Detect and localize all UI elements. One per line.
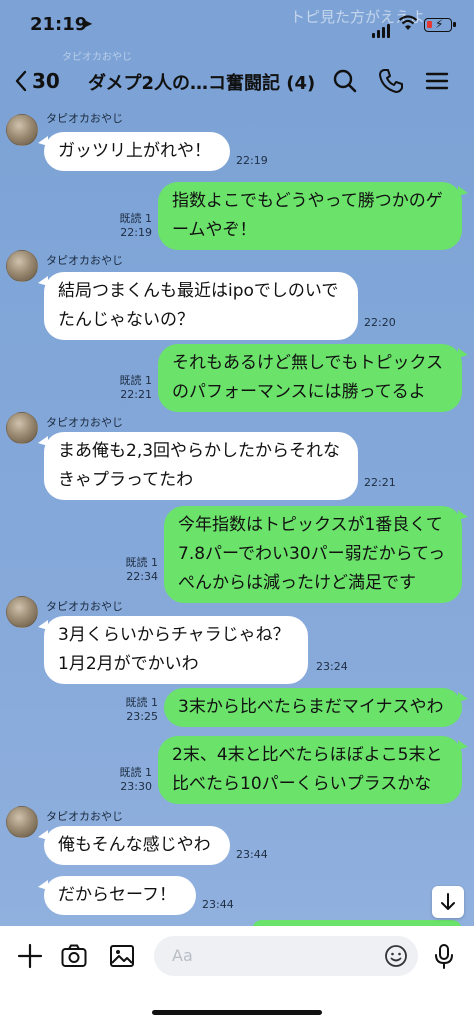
- message-bubble-incoming[interactable]: 俺もそんな感じやわ: [38, 826, 230, 865]
- message-meta: 既読 1 23:30: [108, 766, 153, 794]
- menu-icon[interactable]: [422, 66, 452, 96]
- emoji-icon[interactable]: [384, 944, 408, 968]
- image-icon[interactable]: [108, 942, 136, 970]
- message-time: 23:25: [126, 710, 158, 723]
- message-bubble-outgoing[interactable]: 今年指数はトピックスが1番良くて 7.8パーでわい30パー弱だからてっ ぺんから…: [164, 506, 468, 603]
- message-bubble-outgoing[interactable]: 2末、4末と比べたらほぼよこ5末と 比べたら10パーくらいプラスかな: [158, 736, 468, 804]
- cellular-signal-icon: [372, 19, 392, 38]
- home-indicator: [152, 1010, 322, 1015]
- composer-bar: Aa: [0, 926, 474, 1024]
- sender-name: タピオカおやじ: [46, 600, 123, 613]
- message-time: 22:21: [364, 476, 396, 489]
- read-receipt: 既読 1: [119, 374, 153, 387]
- message-bubble-incoming[interactable]: 3月くらいからチャラじゃね？ 1月2月がでかいわ: [38, 616, 308, 684]
- avatar[interactable]: [6, 114, 38, 146]
- message-bubble-outgoing[interactable]: それもあるけど無しでもトピックス のパフォーマンスには勝ってるよ: [158, 344, 468, 412]
- avatar[interactable]: [6, 596, 38, 628]
- read-receipt: 既読 1: [119, 766, 153, 779]
- message-time: 23:30: [120, 780, 152, 793]
- avatar[interactable]: [6, 806, 38, 838]
- chevron-left-icon: [15, 70, 27, 92]
- sender-name: タピオカおやじ: [46, 112, 123, 125]
- avatar[interactable]: [6, 250, 38, 282]
- message-input[interactable]: Aa: [154, 936, 418, 976]
- message-bubble-incoming[interactable]: まあ俺も2,3回やらかしたからそれな きゃプラってたわ: [38, 432, 358, 500]
- message-time: 22:19: [236, 154, 268, 167]
- message-time: 23:24: [316, 660, 348, 673]
- read-receipt: 既読 1: [119, 212, 153, 225]
- message-time: 22:19: [120, 226, 152, 239]
- message-bubble-outgoing[interactable]: 指数よこでもどうやって勝つかのゲ ームやぞ！: [158, 182, 468, 250]
- message-time: 23:44: [236, 848, 268, 861]
- message-time: 23:44: [202, 898, 234, 911]
- unread-count: 30: [32, 69, 60, 93]
- sender-name: タピオカおやじ: [46, 254, 123, 267]
- search-icon[interactable]: [330, 66, 360, 96]
- message-list[interactable]: タピオカおやじ ガッツリ上がれや！ 22:19 既読 1 22:19 指数よこで…: [0, 108, 474, 926]
- read-receipt: 既読 1: [125, 696, 159, 709]
- message-time: 22:34: [126, 570, 158, 583]
- sender-name: タピオカおやじ: [46, 810, 123, 823]
- header-ghost-sender: タピオカおやじ: [62, 52, 132, 63]
- message-bubble-incoming[interactable]: だからセーフ！: [38, 876, 196, 915]
- status-time: 21:19: [30, 14, 88, 35]
- phone-icon[interactable]: [376, 66, 406, 96]
- message-time: 22:20: [364, 316, 396, 329]
- message-bubble-incoming[interactable]: ガッツリ上がれや！: [38, 132, 230, 171]
- message-bubble-incoming[interactable]: 結局つまくんも最近はipoでしのいで たんじゃないの？: [38, 272, 358, 340]
- mic-icon[interactable]: [430, 942, 458, 970]
- scroll-to-bottom-button[interactable]: [432, 886, 464, 918]
- read-receipt: 既読 1: [125, 556, 159, 569]
- chat-title: ダメプ2人の…コ奮闘記 (4): [88, 73, 316, 94]
- status-bar: トピ見た方がええよ 21:19 ➤ ⚡: [0, 0, 474, 52]
- sender-name: タピオカおやじ: [46, 416, 123, 429]
- camera-icon[interactable]: [60, 942, 88, 970]
- chat-header: タピオカおやじ 30 ダメプ2人の…コ奮闘記 (4): [0, 52, 474, 108]
- message-time: 22:21: [120, 388, 152, 401]
- message-bubble-outgoing[interactable]: 3末から比べたらまだマイナスやわ: [164, 688, 468, 727]
- message-meta: 既読 1 22:34: [114, 556, 159, 584]
- location-arrow-icon: ➤: [82, 17, 93, 32]
- message-meta: 既読 1 23:25: [114, 696, 159, 724]
- battery-icon: ⚡: [424, 17, 456, 32]
- message-meta: 既読 1 22:21: [108, 374, 153, 402]
- arrow-down-icon: [441, 893, 455, 910]
- avatar[interactable]: [6, 412, 38, 444]
- plus-icon[interactable]: [16, 942, 44, 970]
- back-button[interactable]: 30: [14, 66, 60, 96]
- message-meta: 既読 1 22:19: [108, 212, 153, 240]
- wifi-icon: [398, 15, 418, 35]
- message-input-placeholder: Aa: [172, 946, 193, 965]
